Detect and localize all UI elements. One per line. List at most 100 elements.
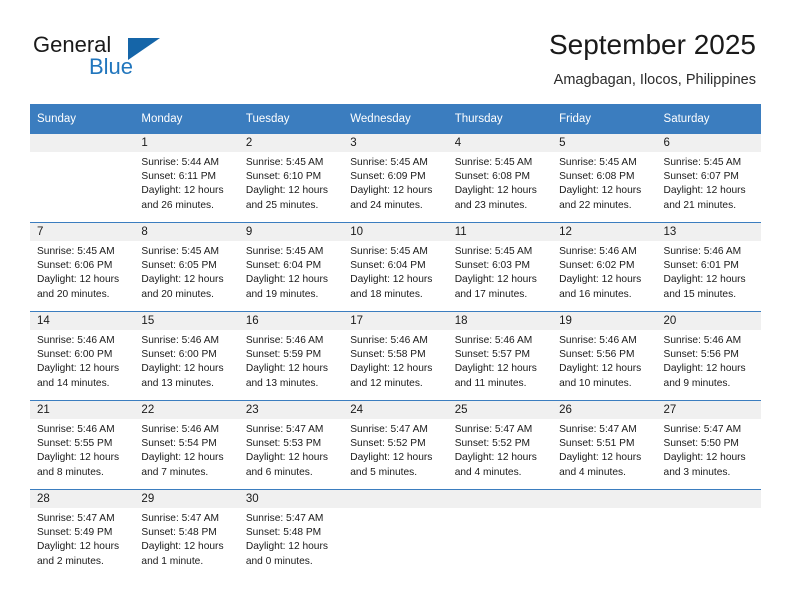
daylight-text-line2: and 13 minutes. <box>245 377 319 389</box>
weekday-header-friday: Friday <box>552 104 657 134</box>
calendar-week-row: 28 Sunrise: 5:47 AM Sunset: 5:49 PM Dayligh… <box>30 489 761 580</box>
daylight-text-line2: and 9 minutes. <box>663 377 731 389</box>
day-details: Sunrise: 5:45 AM Sunset: 6:10 PM Daylight:… <box>239 152 343 213</box>
daylight-text-line2: and 0 minutes. <box>245 555 313 567</box>
calendar-day-cell[interactable]: 17 Sunrise: 5:46 AM Sunset: 5:58 PM Dayligh… <box>343 312 448 400</box>
daylight-text-line1: Daylight: 12 hours <box>245 185 328 197</box>
sunrise-text: Sunrise: 5:47 AM <box>37 513 115 524</box>
daylight-text-line2: and 7 minutes. <box>141 466 209 478</box>
calendar-day-cell[interactable]: 24 Sunrise: 5:47 AM Sunset: 5:52 PM Dayligh… <box>343 401 448 489</box>
calendar-day-cell[interactable]: 15 Sunrise: 5:46 AM Sunset: 6:00 PM Dayligh… <box>134 312 239 400</box>
calendar-day-cell[interactable]: 6 Sunrise: 5:45 AM Sunset: 6:07 PM Daylight… <box>656 134 761 222</box>
calendar-day-cell[interactable]: 5 Sunrise: 5:45 AM Sunset: 6:08 PM Daylight… <box>552 134 657 222</box>
daylight-text-line2: and 13 minutes. <box>141 377 214 389</box>
sunset-text: Sunset: 5:54 PM <box>141 438 217 450</box>
day-number: 23 <box>238 401 344 419</box>
sunset-text: Sunset: 6:08 PM <box>454 171 531 183</box>
sunset-text: Sunset: 6:10 PM <box>245 171 322 183</box>
daylight-text-line1: Daylight: 12 hours <box>245 363 328 375</box>
day-number: 30 <box>238 490 344 508</box>
sunset-text: Sunset: 5:59 PM <box>245 349 322 361</box>
calendar-day-cell[interactable]: 21 Sunrise: 5:46 AM Sunset: 5:55 PM Dayligh… <box>30 401 135 489</box>
sunset-text: Sunset: 5:56 PM <box>663 349 739 361</box>
calendar-day-cell[interactable]: 10 Sunrise: 5:45 AM Sunset: 6:04 PM Dayligh… <box>343 223 448 311</box>
calendar-week-row: 7 Sunrise: 5:45 AM Sunset: 6:06 PM Daylight… <box>30 222 761 312</box>
calendar-day-cell[interactable]: 8 Sunrise: 5:45 AM Sunset: 6:05 PM Daylight… <box>134 223 239 311</box>
daylight-text-line1: Daylight: 12 hours <box>663 363 746 375</box>
sunset-text: Sunset: 5:51 PM <box>559 438 635 450</box>
calendar-day-cell[interactable]: 7 Sunrise: 5:45 AM Sunset: 6:06 PM Daylight… <box>30 223 135 311</box>
daylight-text-line1: Daylight: 12 hours <box>37 452 120 464</box>
calendar-day-cell[interactable]: 23 Sunrise: 5:47 AM Sunset: 5:53 PM Dayligh… <box>238 401 344 489</box>
calendar-day-cell[interactable]: 1 Sunrise: 5:44 AM Sunset: 6:11 PM Daylight… <box>134 134 239 222</box>
calendar-cell-empty <box>656 490 761 580</box>
sunset-text: Sunset: 5:50 PM <box>663 438 739 450</box>
sunset-text: Sunset: 5:56 PM <box>559 349 635 361</box>
daylight-text-line2: and 22 minutes. <box>559 199 632 211</box>
day-details: Sunrise: 5:46 AM Sunset: 5:54 PM Daylight:… <box>134 419 238 480</box>
calendar-body: 1 Sunrise: 5:44 AM Sunset: 6:11 PM Daylight… <box>30 134 761 580</box>
day-number: 16 <box>238 312 344 330</box>
daylight-text-line2: and 5 minutes. <box>350 466 418 478</box>
calendar-day-cell[interactable]: 13 Sunrise: 5:46 AM Sunset: 6:01 PM Dayligh… <box>656 223 761 311</box>
sunrise-text: Sunrise: 5:47 AM <box>559 424 637 435</box>
day-details: Sunrise: 5:45 AM Sunset: 6:04 PM Daylight:… <box>239 241 343 302</box>
day-number: 12 <box>552 223 657 241</box>
calendar-day-cell[interactable]: 18 Sunrise: 5:46 AM Sunset: 5:57 PM Dayligh… <box>447 312 553 400</box>
daylight-text-line1: Daylight: 12 hours <box>141 363 224 375</box>
daylight-text-line2: and 11 minutes. <box>454 377 527 389</box>
sunrise-text: Sunrise: 5:45 AM <box>454 246 533 257</box>
daylight-text-line2: and 2 minutes. <box>37 555 104 567</box>
calendar-day-cell[interactable]: 2 Sunrise: 5:45 AM Sunset: 6:10 PM Daylight… <box>238 134 344 222</box>
sunset-text: Sunset: 6:00 PM <box>141 349 217 361</box>
sunrise-text: Sunrise: 5:45 AM <box>245 157 324 168</box>
general-blue-logo[interactable]: General Blue <box>33 33 193 81</box>
calendar-day-cell[interactable]: 14 Sunrise: 5:46 AM Sunset: 6:00 PM Dayligh… <box>30 312 135 400</box>
day-number: 29 <box>134 490 239 508</box>
daylight-text-line2: and 8 minutes. <box>37 466 104 478</box>
day-number: 19 <box>552 312 657 330</box>
sunrise-text: Sunrise: 5:46 AM <box>663 335 742 346</box>
calendar-header-row: Sunday Monday Tuesday Wednesday Thursday… <box>30 104 761 134</box>
daylight-text-line1: Daylight: 12 hours <box>141 541 224 553</box>
calendar-day-cell[interactable]: 30 Sunrise: 5:47 AM Sunset: 5:48 PM Dayligh… <box>238 490 344 580</box>
calendar-day-cell[interactable]: 26 Sunrise: 5:47 AM Sunset: 5:51 PM Dayligh… <box>552 401 657 489</box>
sunrise-text: Sunrise: 5:45 AM <box>454 157 533 168</box>
calendar-day-cell[interactable]: 28 Sunrise: 5:47 AM Sunset: 5:49 PM Dayligh… <box>30 490 135 580</box>
day-details: Sunrise: 5:46 AM Sunset: 5:55 PM Daylight:… <box>30 419 134 480</box>
sunrise-text: Sunrise: 5:47 AM <box>245 424 324 435</box>
calendar-day-cell[interactable]: 3 Sunrise: 5:45 AM Sunset: 6:09 PM Daylight… <box>343 134 448 222</box>
daylight-text-line2: and 17 minutes. <box>454 288 528 300</box>
day-number: 7 <box>30 223 135 241</box>
sunrise-text: Sunrise: 5:46 AM <box>559 246 637 257</box>
sunrise-text: Sunrise: 5:46 AM <box>663 246 742 257</box>
day-details: Sunrise: 5:46 AM Sunset: 6:00 PM Daylight:… <box>30 330 134 391</box>
day-number: 14 <box>30 312 135 330</box>
day-number: 18 <box>447 312 553 330</box>
day-number: 5 <box>552 134 657 152</box>
sunset-text: Sunset: 6:01 PM <box>663 260 739 272</box>
weekday-header-sunday: Sunday <box>30 104 135 134</box>
sunset-text: Sunset: 6:11 PM <box>141 171 216 183</box>
daylight-text-line1: Daylight: 12 hours <box>454 363 537 375</box>
day-number: 17 <box>343 312 448 330</box>
sunrise-text: Sunrise: 5:45 AM <box>663 157 742 168</box>
day-details: Sunrise: 5:47 AM Sunset: 5:48 PM Daylight:… <box>239 508 343 569</box>
daylight-text-line2: and 3 minutes. <box>663 466 731 478</box>
calendar-day-cell[interactable]: 16 Sunrise: 5:46 AM Sunset: 5:59 PM Dayligh… <box>238 312 344 400</box>
calendar-page: General Blue September 2025 Amagbagan, I… <box>0 0 792 612</box>
calendar-day-cell[interactable]: 20 Sunrise: 5:46 AM Sunset: 5:56 PM Dayligh… <box>656 312 761 400</box>
calendar-day-cell[interactable]: 22 Sunrise: 5:46 AM Sunset: 5:54 PM Dayligh… <box>134 401 239 489</box>
calendar-day-cell[interactable]: 9 Sunrise: 5:45 AM Sunset: 6:04 PM Daylight… <box>238 223 344 311</box>
day-number <box>552 490 657 508</box>
calendar-day-cell[interactable]: 27 Sunrise: 5:47 AM Sunset: 5:50 PM Dayligh… <box>656 401 761 489</box>
calendar-day-cell[interactable]: 4 Sunrise: 5:45 AM Sunset: 6:08 PM Daylight… <box>447 134 553 222</box>
day-number: 11 <box>447 223 553 241</box>
calendar-day-cell[interactable]: 19 Sunrise: 5:46 AM Sunset: 5:56 PM Dayligh… <box>552 312 657 400</box>
calendar-day-cell[interactable]: 12 Sunrise: 5:46 AM Sunset: 6:02 PM Dayligh… <box>552 223 657 311</box>
calendar-day-cell[interactable]: 29 Sunrise: 5:47 AM Sunset: 5:48 PM Dayligh… <box>134 490 239 580</box>
sunset-text: Sunset: 5:58 PM <box>350 349 426 361</box>
calendar-day-cell[interactable]: 25 Sunrise: 5:47 AM Sunset: 5:52 PM Dayligh… <box>447 401 553 489</box>
day-number <box>30 134 135 152</box>
calendar-day-cell[interactable]: 11 Sunrise: 5:45 AM Sunset: 6:03 PM Dayligh… <box>447 223 553 311</box>
